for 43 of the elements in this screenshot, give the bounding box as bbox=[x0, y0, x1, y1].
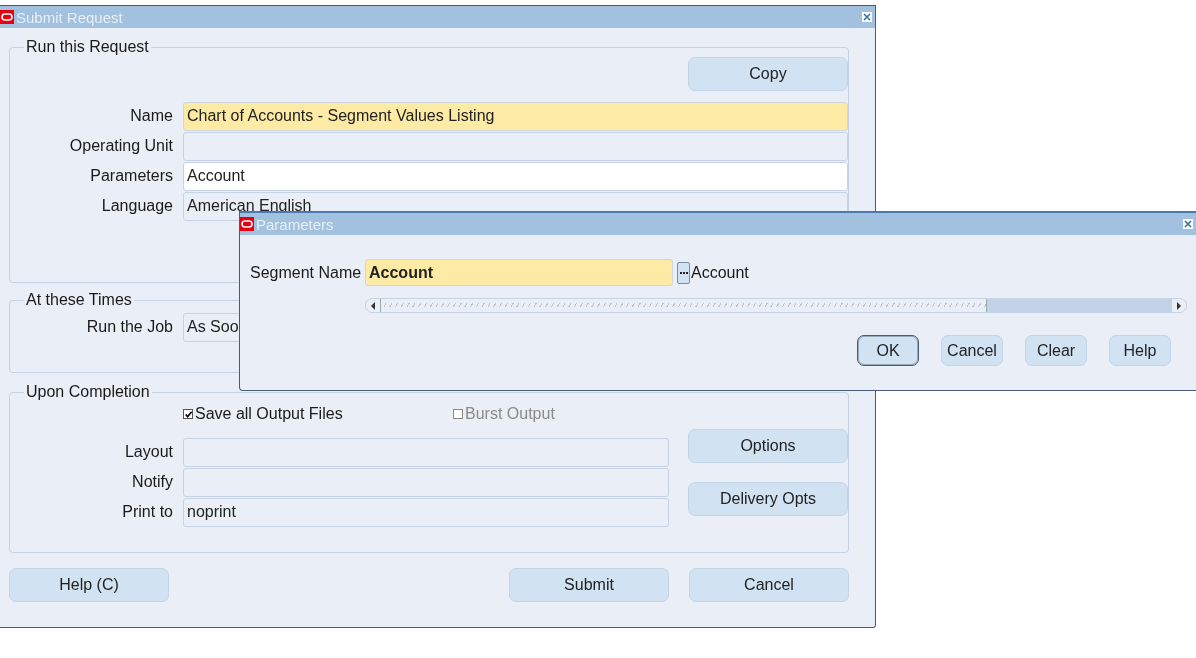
list-of-values-button[interactable] bbox=[677, 261, 690, 284]
field-label: Language bbox=[100, 197, 174, 215]
window-title: Submit Request bbox=[16, 8, 124, 26]
button[interactable]: Clear bbox=[1025, 335, 1087, 366]
group-title: Run this Request bbox=[25, 38, 150, 56]
logo-icon bbox=[0, 10, 14, 24]
button[interactable]: Submit bbox=[509, 568, 669, 602]
text-field[interactable]: noprint bbox=[183, 497, 669, 527]
scroll-right-icon[interactable] bbox=[1176, 301, 1182, 310]
button[interactable]: OK bbox=[857, 335, 919, 366]
field-label: Segment Name bbox=[250, 263, 363, 282]
text-field[interactable] bbox=[183, 131, 848, 161]
field-label: Parameters bbox=[89, 167, 174, 185]
text-field[interactable] bbox=[183, 467, 669, 497]
field-label: Layout bbox=[123, 443, 174, 461]
field-label: Print to bbox=[121, 503, 174, 521]
horizontal-scrollbar[interactable] bbox=[365, 298, 1187, 313]
checkbox[interactable]: Save all Output Files bbox=[183, 405, 453, 423]
group-title: At these Times bbox=[25, 291, 133, 309]
button[interactable]: Help (C) bbox=[9, 568, 169, 602]
group-title: Upon Completion bbox=[25, 383, 151, 401]
button[interactable]: Options bbox=[688, 429, 848, 463]
text-field[interactable]: Chart of Accounts - Segment Values Listing bbox=[183, 101, 848, 131]
close-icon[interactable] bbox=[1183, 219, 1193, 229]
text-field[interactable]: Account bbox=[183, 161, 848, 191]
button[interactable]: Cancel bbox=[941, 335, 1003, 366]
logo-icon bbox=[240, 217, 254, 231]
field-label: Name bbox=[129, 107, 174, 125]
more-icon bbox=[679, 271, 688, 274]
field-label: Notify bbox=[131, 473, 174, 491]
button[interactable]: Delivery Opts bbox=[688, 482, 848, 516]
field-label: Run the Job bbox=[85, 318, 174, 336]
button[interactable]: Copy bbox=[688, 57, 848, 91]
scroll-left-icon[interactable] bbox=[370, 301, 376, 310]
button[interactable]: Cancel bbox=[689, 568, 849, 602]
button[interactable]: Help bbox=[1109, 335, 1171, 366]
scroll-thumb[interactable] bbox=[380, 299, 987, 312]
segment-name-field[interactable]: Account bbox=[365, 259, 673, 286]
close-icon[interactable] bbox=[862, 12, 872, 22]
text-field[interactable] bbox=[183, 437, 669, 467]
field-label: Operating Unit bbox=[68, 137, 174, 155]
checkmark-icon bbox=[184, 410, 193, 419]
segment-description: Account bbox=[691, 263, 749, 282]
